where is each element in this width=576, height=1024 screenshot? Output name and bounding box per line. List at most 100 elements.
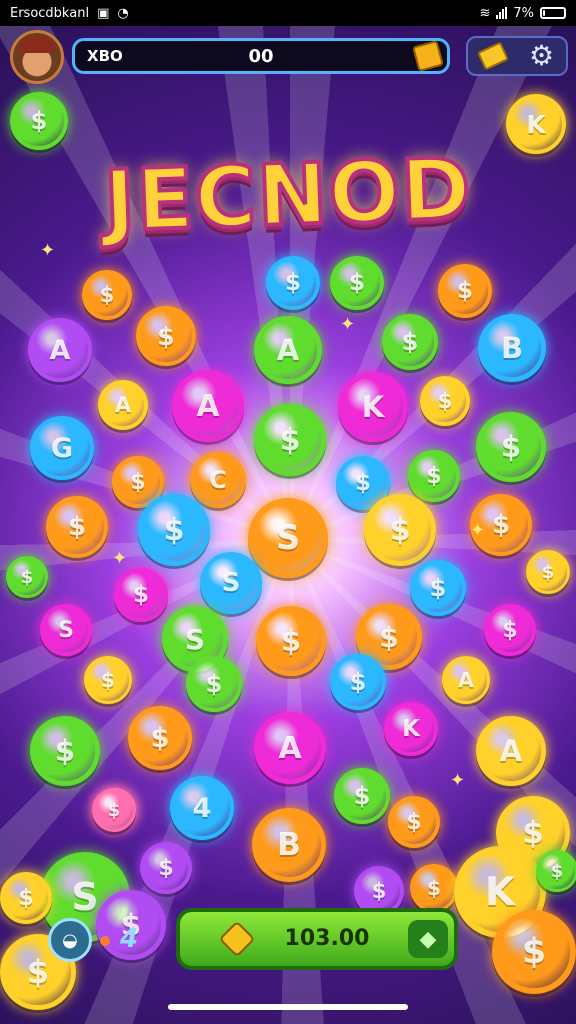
coin-symbol: $ (427, 876, 441, 900)
coin-orange[interactable]: $ (256, 606, 326, 676)
coin-yellow[interactable]: $ (420, 376, 470, 426)
coin-green[interactable]: $ (476, 412, 546, 482)
coin-blue[interactable]: B (478, 314, 546, 382)
notification-dot (100, 936, 110, 946)
gear-icon: ⚙ (528, 39, 555, 72)
play-button[interactable]: 103.00 ◆ (176, 908, 458, 970)
coin-symbol: $ (284, 270, 301, 296)
coin-symbol: $ (157, 321, 175, 351)
coin-symbol: $ (280, 624, 302, 658)
coin-symbol: A (49, 334, 71, 366)
sparkle-icon: ✦ (112, 548, 128, 569)
coin-symbol: $ (99, 283, 115, 307)
coin-symbol: A (114, 393, 132, 417)
coin-blue[interactable]: $ (330, 654, 386, 710)
coin-green[interactable]: A (254, 316, 322, 384)
coin-blue[interactable]: 4 (170, 776, 234, 840)
coin-magenta[interactable]: S (40, 604, 92, 656)
coin-symbol: S (275, 518, 301, 558)
coin-green[interactable]: $ (334, 768, 390, 824)
coin-green[interactable]: $ (382, 314, 438, 370)
coin-green[interactable]: $ (6, 556, 48, 598)
coin-blue[interactable]: $ (138, 494, 210, 566)
coin-yellow[interactable]: A (476, 716, 546, 786)
coin-symbol: 4 (192, 792, 212, 824)
coin-magenta[interactable]: $ (484, 604, 536, 656)
coin-symbol: S (58, 617, 74, 643)
coin-symbol: K (526, 109, 546, 139)
coin-symbol: $ (456, 278, 473, 304)
coin-orange[interactable]: $ (82, 270, 132, 320)
status-app-text: Ersocdbkanl (10, 5, 90, 21)
coin-symbol: $ (30, 107, 48, 135)
coin-symbol: $ (426, 463, 442, 489)
coin-yellow[interactable]: K (506, 94, 566, 154)
coin-symbol: $ (348, 270, 365, 296)
coin-symbol: $ (502, 617, 518, 643)
coin-green[interactable]: $ (254, 404, 326, 476)
coin-symbol: B (500, 331, 524, 365)
coin-blue[interactable]: $ (410, 560, 466, 616)
coin-orange[interactable]: $ (388, 796, 440, 848)
notification-icon: ▣ (97, 5, 110, 21)
coin-symbol: A (458, 668, 474, 692)
diamond-play-icon: ◆ (408, 920, 448, 958)
coin-yellow[interactable]: A (98, 380, 148, 430)
battery-percent: 7% (513, 5, 534, 21)
player-avatar[interactable] (10, 30, 64, 84)
coin-purple[interactable]: A (28, 318, 92, 382)
coin-symbol: A (278, 730, 302, 766)
coin-symbol: A (499, 734, 523, 768)
coin-symbol: $ (349, 668, 367, 696)
signal-icon (496, 7, 508, 19)
coin-orange[interactable]: $ (46, 496, 108, 558)
coin-symbol: $ (18, 885, 34, 911)
coin-magenta[interactable]: A (172, 370, 244, 442)
coin-symbol: $ (353, 782, 371, 810)
coin-orange[interactable]: B (252, 808, 326, 882)
coin-symbol: $ (406, 809, 422, 835)
coin-yellow[interactable]: $ (526, 550, 570, 594)
coin-symbol: $ (158, 855, 174, 881)
coin-purple[interactable]: $ (140, 842, 192, 894)
coin-orange[interactable]: $ (128, 706, 192, 770)
coin-yellow[interactable]: $ (84, 656, 132, 704)
coin-symbol: A (196, 388, 220, 424)
coin-symbol: $ (354, 470, 371, 496)
coin-green[interactable]: $ (10, 92, 68, 150)
coin-yellow[interactable]: A (442, 656, 490, 704)
game-title-text: JECNOD (100, 138, 475, 253)
coin-blue[interactable]: G (30, 416, 94, 480)
home-indicator[interactable] (168, 1004, 408, 1010)
coin-symbol: K (361, 390, 385, 424)
coin-magenta[interactable]: A (254, 712, 326, 784)
coin-symbol: $ (550, 860, 564, 882)
coin-yellow[interactable]: $ (364, 494, 436, 566)
coin-orange[interactable]: C (190, 452, 246, 508)
coin-symbol: $ (20, 566, 34, 588)
coin-magenta[interactable]: $ (114, 568, 168, 622)
coin-green[interactable]: $ (186, 656, 242, 712)
coin-blue[interactable]: S (200, 552, 262, 614)
top-bar: XBO 00 ⚙ (0, 28, 576, 84)
coin-magenta[interactable]: K (338, 372, 408, 442)
gift-button[interactable] (475, 41, 511, 71)
coin-green[interactable]: $ (330, 256, 384, 310)
settings-button[interactable]: ⚙ (524, 41, 560, 71)
coin-orange[interactable]: $ (136, 306, 196, 366)
coin-green[interactable]: $ (536, 850, 576, 892)
coin-symbol: $ (522, 815, 544, 851)
coin-orange[interactable]: $ (438, 264, 492, 318)
coin-magenta[interactable]: K (384, 702, 438, 756)
gift-icon (476, 41, 509, 71)
coin-blue[interactable]: $ (266, 256, 320, 310)
coin-orange[interactable]: S (248, 498, 328, 578)
coin-symbol: G (50, 432, 74, 464)
coin-symbol: $ (437, 389, 453, 413)
coin-symbol: $ (429, 574, 447, 602)
coin-green[interactable]: $ (30, 716, 100, 786)
booster-button[interactable]: ◒ (48, 918, 92, 962)
coin-symbol: $ (130, 469, 146, 495)
coin-pink[interactable]: $ (92, 788, 136, 832)
coin-green[interactable]: $ (408, 450, 460, 502)
